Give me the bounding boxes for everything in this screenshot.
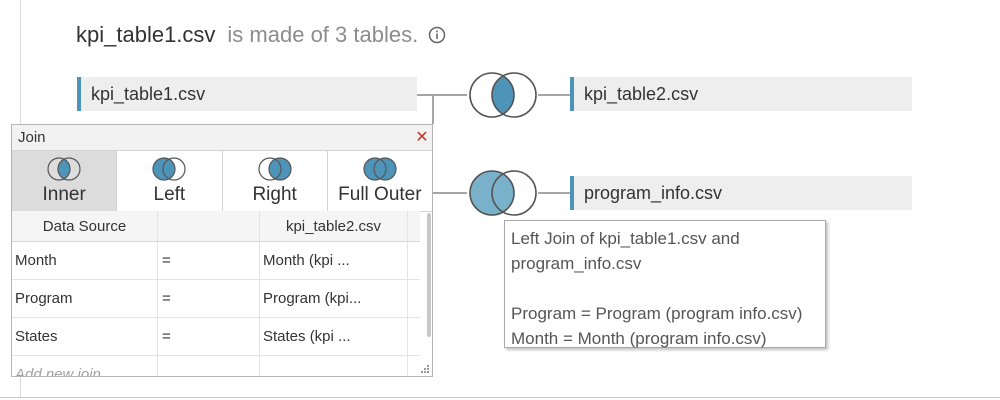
join-tooltip: Left Join of kpi_table1.csv and program_… (504, 220, 826, 348)
tooltip-spacer (511, 276, 819, 301)
connector-line (417, 94, 467, 96)
full-outer-join-icon (363, 157, 397, 181)
join-type-left[interactable]: Left (117, 151, 223, 211)
join-type-inner[interactable]: Inner (12, 151, 118, 211)
empty-cell (260, 356, 408, 376)
operator[interactable]: = (158, 242, 260, 279)
tooltip-line: Program = Program (program info.csv) (511, 304, 803, 323)
join-type-label: Right (252, 184, 297, 205)
canvas-bottom-border (0, 397, 1000, 398)
vertical-scrollbar[interactable] (427, 213, 431, 337)
connector-line (538, 94, 570, 96)
info-icon[interactable] (428, 26, 446, 44)
column-header-kpi-table2: kpi_table2.csv (260, 211, 408, 241)
close-icon[interactable]: ✕ (414, 125, 430, 150)
resize-grip-icon[interactable] (420, 364, 430, 374)
table-kpi-table1[interactable]: kpi_table1.csv (77, 77, 417, 111)
join-clause-row[interactable]: Program = Program (kpi... (12, 280, 420, 318)
join-type-right[interactable]: Right (223, 151, 328, 211)
table-label: kpi_table1.csv (91, 83, 206, 104)
empty-cell (158, 356, 260, 376)
table-program-info[interactable]: program_info.csv (570, 176, 912, 210)
table-kpi-table2[interactable]: kpi_table2.csv (570, 77, 912, 111)
join-type-label: Inner (42, 184, 86, 205)
join-dialog-title: Join (18, 129, 46, 146)
operator[interactable]: = (158, 280, 260, 317)
tooltip-line: Left Join of kpi_table1.csv and (511, 229, 740, 248)
inner-join-venn-icon[interactable] (465, 70, 541, 120)
right-field[interactable]: States (kpi ... (260, 318, 408, 355)
join-clause-header: Data Source kpi_table2.csv (12, 211, 420, 242)
join-type-label: Full Outer (338, 184, 422, 205)
connector-line (432, 192, 467, 194)
tooltip-line: program_info.csv (511, 254, 642, 273)
left-join-icon (152, 157, 186, 181)
operator[interactable]: = (158, 318, 260, 355)
table-label: kpi_table2.csv (584, 83, 699, 104)
left-field[interactable]: Program (12, 280, 158, 317)
left-join-venn-icon[interactable] (465, 168, 541, 218)
join-clause-row[interactable]: States = States (kpi ... (12, 318, 420, 356)
connector-line (432, 94, 434, 124)
left-field[interactable]: Month (12, 242, 158, 279)
right-join-icon (258, 157, 292, 181)
datasource-description: is made of 3 tables. (227, 22, 419, 47)
tooltip-line: Month = Month (program info.csv) (511, 329, 767, 348)
connector-line (538, 192, 570, 194)
page-header: kpi_table1.csv is made of 3 tables. (76, 20, 446, 50)
join-type-full-outer[interactable]: Full Outer (328, 151, 432, 211)
join-clause-table: Data Source kpi_table2.csv Month = Month… (12, 211, 420, 376)
inner-join-icon (47, 157, 81, 181)
table-label: program_info.csv (584, 182, 723, 203)
join-dialog-titlebar: Join ✕ (12, 125, 432, 151)
join-type-selector: Inner Left Right Full Outer (12, 151, 432, 212)
join-type-label: Left (153, 184, 186, 205)
datasource-name: kpi_table1.csv (76, 22, 216, 47)
join-clause-row[interactable]: Month = Month (kpi ... (12, 242, 420, 280)
left-field[interactable]: States (12, 318, 158, 355)
right-field[interactable]: Program (kpi... (260, 280, 408, 317)
column-header-operator (158, 211, 260, 241)
right-field[interactable]: Month (kpi ... (260, 242, 408, 279)
join-dialog: Join ✕ Inner Left Right Full Outer Data … (11, 124, 433, 377)
add-new-join-placeholder[interactable]: Add new join ... (12, 356, 158, 376)
add-join-row[interactable]: Add new join ... (12, 356, 420, 376)
column-header-data-source: Data Source (12, 211, 158, 241)
